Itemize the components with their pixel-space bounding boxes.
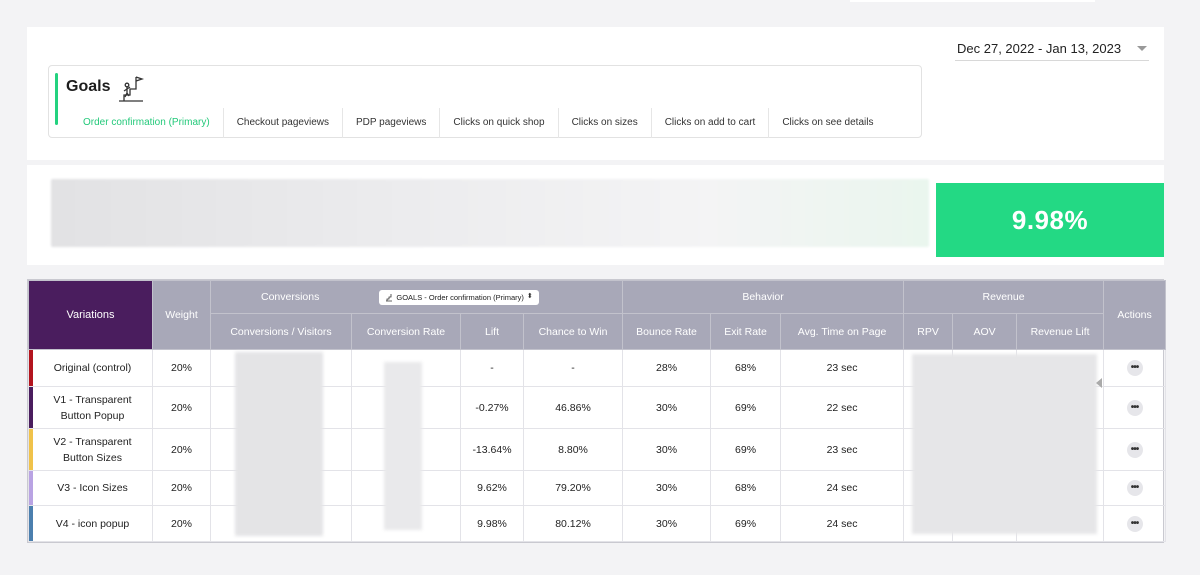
summary-strip: 9.98% [27,165,1164,265]
header-aov[interactable]: AOV [952,313,1018,350]
redacted-summary [51,179,929,247]
header-revenue-group: Revenue [903,280,1105,314]
header-avg-time[interactable]: Avg. Time on Page [780,313,905,350]
lift-cell: -13.64% [460,428,524,471]
header-revenue-lift[interactable]: Revenue Lift [1016,313,1105,350]
variation-color-stripe [29,350,33,386]
bounce-cell: 30% [622,428,712,471]
actions-cell: ••• [1103,349,1167,387]
goals-panel: Dec 27, 2022 - Jan 13, 2023 Goals Order … [27,27,1164,160]
weight-cell: 20% [152,386,211,429]
header-weight: Weight [152,280,211,350]
bounce-cell: 30% [622,386,712,429]
goal-select-value: GOALS - Order confirmation (Primary) [396,292,524,302]
more-dots-icon[interactable]: ••• [1126,360,1143,376]
header-lift[interactable]: Lift [460,313,524,350]
redacted-revenue [912,354,1097,534]
exit-cell: 68% [710,470,782,506]
variation-color-stripe [29,429,33,470]
weight-cell: 20% [152,505,211,542]
variation-color-stripe [29,471,33,505]
chance-cell: 80.12% [522,505,624,542]
goals-card: Goals Order confirmation (Primary) Check… [48,65,922,138]
more-dots-icon[interactable]: ••• [1126,480,1143,496]
header-chance-to-win[interactable]: Chance to Win [522,313,624,350]
stairs-flag-icon [386,293,393,301]
variation-name: Original (control) [28,349,153,387]
header-conversion-rate[interactable]: Conversion Rate [351,313,461,350]
variation-name: V1 - Transparent Button Popup [28,386,153,429]
goal-tab-add-to-cart[interactable]: Clicks on add to cart [652,108,770,138]
header-behavior-group: Behavior [622,280,905,314]
goals-title: Goals [66,78,111,95]
conversions-group-label: Conversions [261,291,320,303]
chance-cell: 8.80% [522,428,624,471]
bounce-cell: 28% [622,349,712,387]
more-dots-icon[interactable]: ••• [1126,515,1143,532]
date-range-text: Dec 27, 2022 - Jan 13, 2023 [957,41,1122,56]
more-dots-icon[interactable]: ••• [1126,441,1143,458]
variation-color-stripe [29,387,33,428]
goal-tab-sizes[interactable]: Clicks on sizes [559,108,652,138]
time-cell: 24 sec [780,470,905,506]
header-bounce-rate[interactable]: Bounce Rate [622,313,712,350]
actions-cell: ••• [1103,505,1167,542]
variation-color-stripe [29,506,33,541]
lift-cell: 9.62% [460,470,524,506]
select-arrows-icon: ⬍ [526,293,533,300]
best-lift-metric: 9.98% [936,183,1164,257]
chance-cell: - [522,349,624,387]
goal-tabs: Order confirmation (Primary) Checkout pa… [69,108,886,138]
redacted-conversions [235,352,323,536]
goal-tab-quick-shop[interactable]: Clicks on quick shop [440,108,559,138]
header-exit-rate[interactable]: Exit Rate [710,313,782,350]
lift-cell: -0.27% [460,386,524,429]
time-cell: 22 sec [780,386,905,429]
chevron-down-icon [1137,46,1147,51]
actions-cell: ••• [1103,428,1167,471]
goals-accent-bar [55,73,58,125]
bounce-cell: 30% [622,505,712,542]
header-actions: Actions [1103,280,1167,350]
goal-tab-checkout-pageviews[interactable]: Checkout pageviews [224,108,343,138]
chance-cell: 79.20% [522,470,624,506]
actions-cell: ••• [1103,470,1167,506]
header-variations: Variations [28,280,153,350]
variation-name: V4 - icon popup [28,505,153,542]
goal-select[interactable]: GOALS - Order confirmation (Primary) ⬍ [379,289,539,305]
header-conversions-visitors[interactable]: Conversions / Visitors [210,313,352,350]
variation-name: V2 - Transparent Button Sizes [28,428,153,471]
goal-tab-pdp-pageviews[interactable]: PDP pageviews [343,108,441,138]
bounce-cell: 30% [622,470,712,506]
goal-tab-order-confirmation[interactable]: Order confirmation (Primary) [69,108,224,138]
goal-tab-see-details[interactable]: Clicks on see details [769,108,886,138]
actions-cell: ••• [1103,386,1167,429]
weight-cell: 20% [152,349,211,387]
top-edge-line [850,0,1095,2]
variation-name: V3 - Icon Sizes [28,470,153,506]
lift-cell: 9.98% [460,505,524,542]
date-range-picker[interactable]: Dec 27, 2022 - Jan 13, 2023 [955,37,1149,61]
redacted-conversion-rate [384,362,422,530]
header-conversions-group: Conversions GOALS - Order confirmation (… [209,280,624,314]
chance-cell: 46.86% [522,386,624,429]
exit-cell: 69% [710,505,782,542]
time-cell: 24 sec [780,505,905,542]
stairs-flag-icon [119,76,145,102]
time-cell: 23 sec [780,349,905,387]
header-rpv[interactable]: RPV [903,313,954,350]
lift-cell: - [460,349,524,387]
exit-cell: 68% [710,349,782,387]
more-dots-icon[interactable]: ••• [1126,399,1143,416]
weight-cell: 20% [152,470,211,506]
weight-cell: 20% [152,428,211,471]
time-cell: 23 sec [780,428,905,471]
exit-cell: 69% [710,386,782,429]
exit-cell: 69% [710,428,782,471]
